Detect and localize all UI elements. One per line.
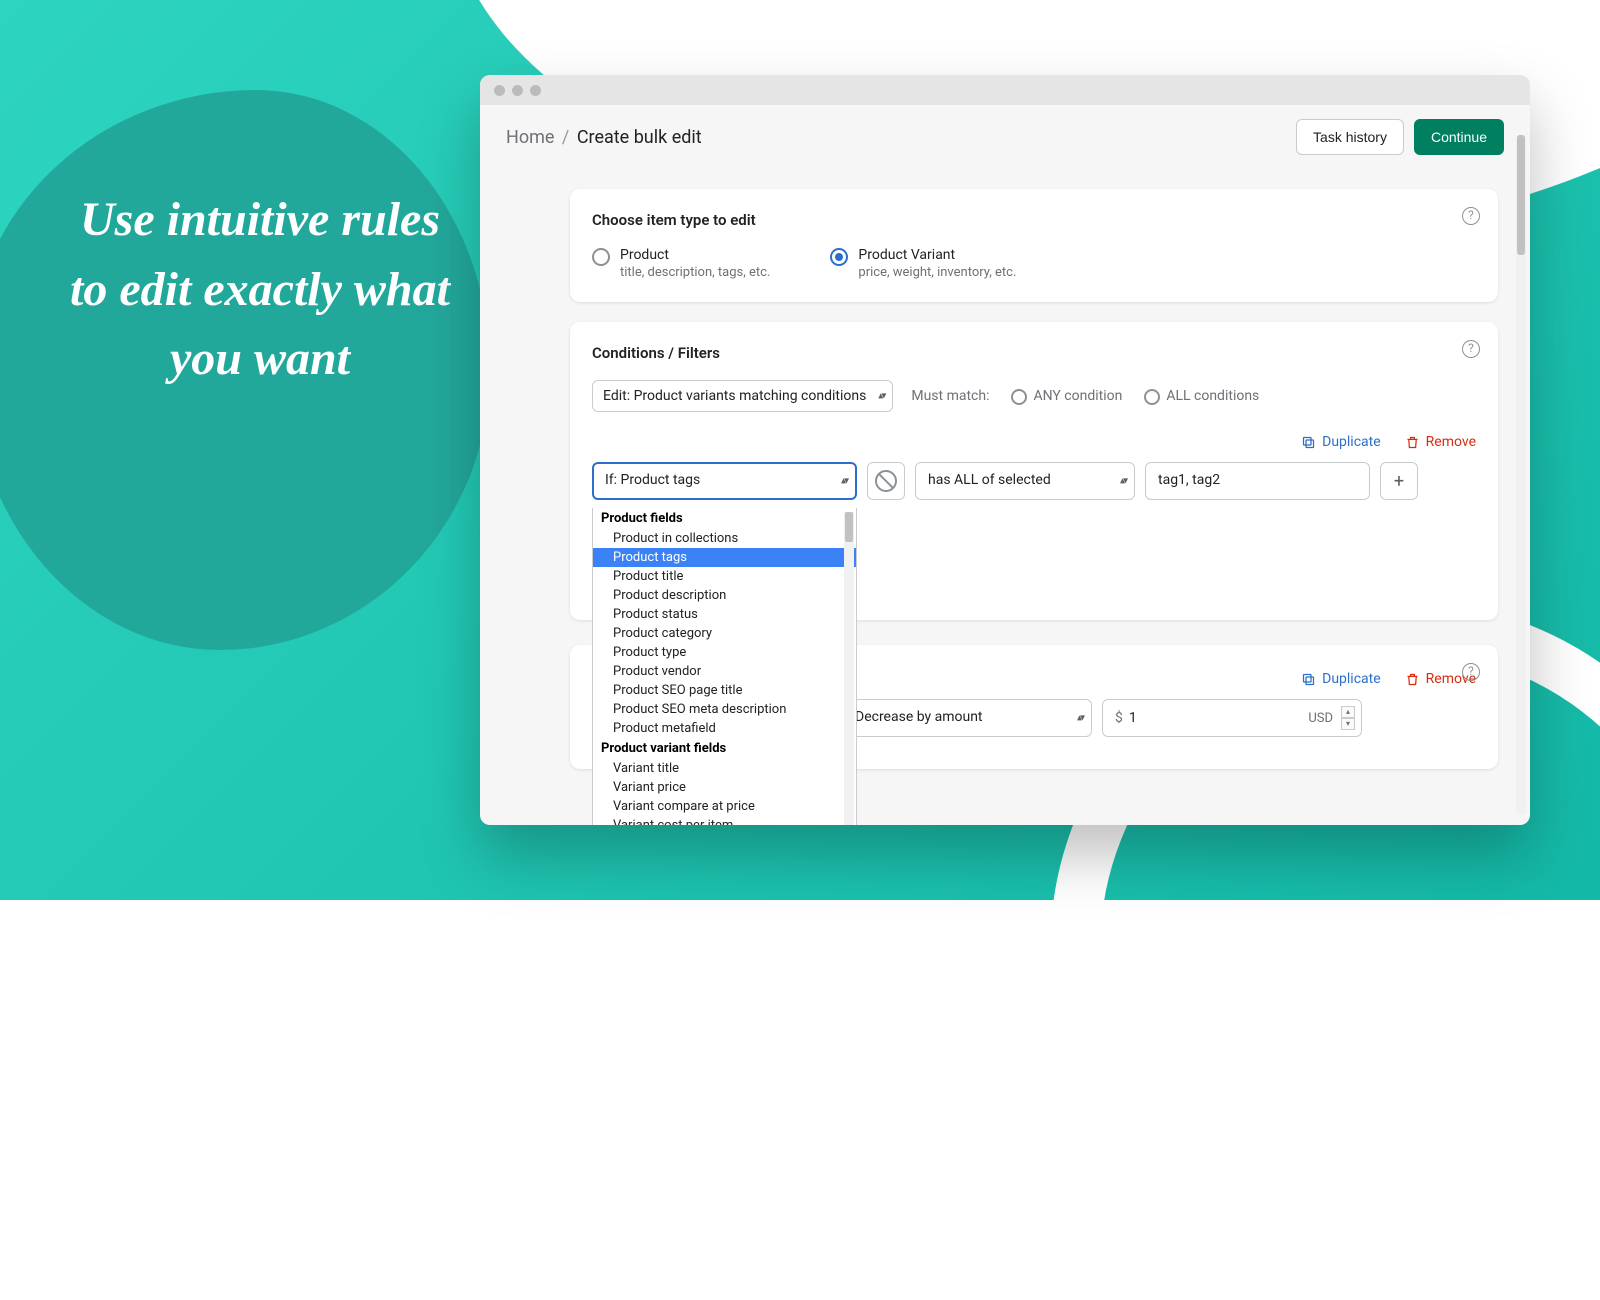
radio-sub: title, description, tags, etc. bbox=[620, 265, 770, 280]
radio-sub: price, weight, inventory, etc. bbox=[858, 265, 1016, 280]
dropdown-option[interactable]: Variant title bbox=[593, 759, 856, 778]
app-window: Home / Create bulk edit Task history Con… bbox=[480, 75, 1530, 825]
updown-caret-icon: ▴▾ bbox=[841, 476, 847, 487]
dropdown-option[interactable]: Product SEO meta description bbox=[593, 700, 856, 719]
radio-label: ALL conditions bbox=[1166, 388, 1259, 404]
currency-symbol: $ bbox=[1115, 710, 1123, 726]
edit-operator-select[interactable]: Decrease by amount ▴▾ bbox=[842, 699, 1092, 737]
breadcrumb-sep: / bbox=[562, 127, 569, 148]
marketing-headline: Use intuitive rules to edit exactly what… bbox=[60, 185, 460, 394]
dropdown-option[interactable]: Product vendor bbox=[593, 662, 856, 681]
currency-code: USD bbox=[1308, 711, 1333, 726]
breadcrumb: Home / Create bulk edit bbox=[506, 127, 702, 148]
duplicate-label: Duplicate bbox=[1322, 671, 1381, 687]
conditions-top-row: Edit: Product variants matching conditio… bbox=[592, 380, 1476, 412]
scrollbar[interactable] bbox=[844, 512, 854, 825]
edit-operator-value: Decrease by amount bbox=[855, 709, 983, 725]
traffic-light-close-icon[interactable] bbox=[494, 85, 505, 96]
condition-field-value: If: Product tags bbox=[605, 472, 700, 488]
dropdown-option[interactable]: Product title bbox=[593, 567, 856, 586]
dropdown-option[interactable]: Product status bbox=[593, 605, 856, 624]
conditions-title: Conditions / Filters bbox=[592, 344, 1476, 362]
item-type-title: Choose item type to edit bbox=[592, 211, 1476, 229]
dropdown-option[interactable]: Product description bbox=[593, 586, 856, 605]
traffic-light-max-icon[interactable] bbox=[530, 85, 541, 96]
radio-any-condition[interactable]: ANY condition bbox=[1011, 388, 1122, 405]
number-spinner[interactable]: ▴ ▾ bbox=[1341, 706, 1355, 730]
edit-scope-value: Product variants matching conditions bbox=[634, 388, 867, 404]
add-condition-button[interactable]: + bbox=[1380, 462, 1418, 500]
window-titlebar bbox=[480, 75, 1530, 105]
help-icon[interactable]: ? bbox=[1462, 340, 1480, 358]
dropdown-option[interactable]: Product in collections bbox=[593, 529, 856, 548]
updown-caret-icon: ▴▾ bbox=[1120, 476, 1126, 487]
item-type-radio-group: Product title, description, tags, etc. P… bbox=[592, 247, 1476, 280]
spinner-down-icon[interactable]: ▾ bbox=[1341, 718, 1355, 730]
continue-button[interactable]: Continue bbox=[1414, 119, 1504, 155]
radio-label: Product Variant bbox=[858, 247, 1016, 263]
duplicate-icon bbox=[1301, 435, 1316, 450]
traffic-light-min-icon[interactable] bbox=[512, 85, 523, 96]
main-scrollbar[interactable] bbox=[1516, 135, 1526, 815]
must-match-label: Must match: bbox=[911, 388, 989, 404]
radio-all-conditions[interactable]: ALL conditions bbox=[1144, 388, 1259, 405]
radio-icon bbox=[1011, 389, 1027, 405]
trash-icon bbox=[1405, 672, 1420, 687]
dropdown-option[interactable]: Variant cost per item bbox=[593, 816, 856, 825]
duplicate-button[interactable]: Duplicate bbox=[1301, 671, 1381, 687]
breadcrumb-current: Create bulk edit bbox=[577, 127, 702, 148]
edit-scope-select[interactable]: Edit: Product variants matching conditio… bbox=[592, 380, 893, 412]
condition-row: If: Product tags ▴▾ has ALL of selected … bbox=[592, 462, 1476, 500]
dropdown-option[interactable]: Product type bbox=[593, 643, 856, 662]
radio-icon bbox=[1144, 389, 1160, 405]
updown-caret-icon: ▴▾ bbox=[1077, 713, 1083, 724]
dropdown-group-header: Product variant fields bbox=[593, 738, 856, 759]
amount-value: 1 bbox=[1129, 710, 1137, 726]
spinner-up-icon[interactable]: ▴ bbox=[1341, 706, 1355, 718]
radio-label: Product bbox=[620, 247, 770, 263]
breadcrumb-home[interactable]: Home bbox=[506, 127, 554, 148]
duplicate-label: Duplicate bbox=[1322, 434, 1381, 450]
condition-operator-value: has ALL of selected bbox=[928, 472, 1051, 488]
radio-label: ANY condition bbox=[1033, 388, 1122, 404]
edit-scope-prefix: Edit: bbox=[603, 388, 630, 404]
radio-item-product[interactable]: Product title, description, tags, etc. bbox=[592, 247, 770, 280]
dropdown-option[interactable]: Product tags bbox=[593, 548, 856, 567]
condition-field-select[interactable]: If: Product tags ▴▾ bbox=[592, 462, 857, 500]
currency-unit: USD ▴ ▾ bbox=[1308, 706, 1355, 730]
remove-button[interactable]: Remove bbox=[1405, 434, 1476, 450]
condition-operator-select[interactable]: has ALL of selected ▴▾ bbox=[915, 462, 1135, 500]
dropdown-option[interactable]: Product SEO page title bbox=[593, 681, 856, 700]
condition-value-input[interactable]: tag1, tag2 bbox=[1145, 462, 1370, 500]
dropdown-option[interactable]: Product category bbox=[593, 624, 856, 643]
page-header: Home / Create bulk edit Task history Con… bbox=[480, 105, 1530, 169]
dropdown-option[interactable]: Variant compare at price bbox=[593, 797, 856, 816]
updown-caret-icon: ▴▾ bbox=[878, 391, 884, 402]
duplicate-button[interactable]: Duplicate bbox=[1301, 434, 1381, 450]
dropdown-option[interactable]: Variant price bbox=[593, 778, 856, 797]
condition-field-dropdown[interactable]: Product fieldsProduct in collectionsProd… bbox=[592, 508, 857, 825]
radio-icon bbox=[830, 248, 848, 266]
conditions-card: ? Conditions / Filters Edit: Product var… bbox=[570, 322, 1498, 620]
condition-actions: Duplicate Remove bbox=[592, 434, 1476, 450]
item-type-card: ? Choose item type to edit Product title… bbox=[570, 189, 1498, 302]
dropdown-group-header: Product fields bbox=[593, 508, 856, 529]
help-icon[interactable]: ? bbox=[1462, 663, 1480, 681]
trash-icon bbox=[1405, 435, 1420, 450]
page-content: ? Choose item type to edit Product title… bbox=[480, 189, 1530, 801]
dropdown-option[interactable]: Product metafield bbox=[593, 719, 856, 738]
help-icon[interactable]: ? bbox=[1462, 207, 1480, 225]
radio-item-product-variant[interactable]: Product Variant price, weight, inventory… bbox=[830, 247, 1016, 280]
radio-icon bbox=[592, 248, 610, 266]
edit-amount-input[interactable]: $ 1 USD ▴ ▾ bbox=[1102, 699, 1362, 737]
task-history-button[interactable]: Task history bbox=[1296, 119, 1404, 155]
remove-label: Remove bbox=[1426, 434, 1476, 450]
negate-button[interactable] bbox=[867, 462, 905, 500]
condition-value-text: tag1, tag2 bbox=[1158, 472, 1220, 488]
duplicate-icon bbox=[1301, 672, 1316, 687]
